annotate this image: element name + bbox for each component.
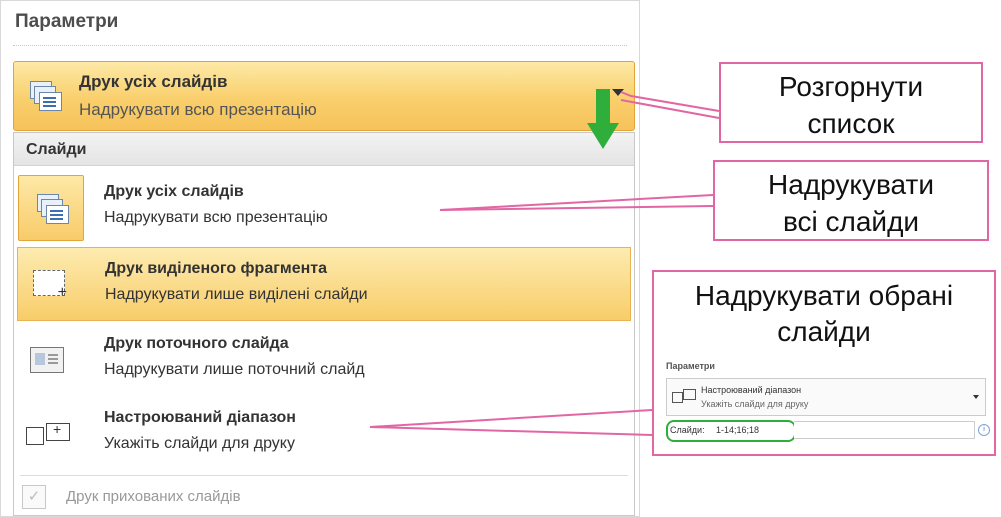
selection-frame-icon — [33, 270, 67, 302]
dropdown-selected-subtitle: Надрукувати всю презентацію — [79, 100, 317, 119]
menu-item-subtitle: Надрукувати лише виділені слайди — [105, 286, 368, 303]
callout-line: всі слайди — [782, 206, 920, 237]
info-icon[interactable]: i — [978, 424, 990, 436]
all-slides-icon — [28, 79, 62, 113]
mini-settings-title: Параметри — [666, 361, 715, 371]
icon-box — [18, 175, 84, 241]
callout-line: Розгорнути — [778, 71, 924, 102]
menu-item-print-selection[interactable]: Друк виділеного фрагмента Надрукувати ли… — [17, 247, 631, 321]
chevron-down-icon[interactable] — [973, 395, 979, 399]
menu-item-title: Друк усіх слайдів — [104, 183, 244, 200]
all-slides-icon — [35, 192, 69, 226]
callout-print-selected: Надрукувати обрані слайди Параметри Наст… — [652, 270, 996, 456]
callout-line: слайди — [777, 316, 871, 347]
menu-item-subtitle: Надрукувати лише поточний слайд — [104, 361, 365, 378]
callout-print-all: Надрукувати всі слайди — [713, 160, 989, 241]
mini-slides-row: Слайди: 1-14;16;18 i — [666, 420, 990, 442]
callout-expand-list: Розгорнути список — [719, 62, 983, 143]
menu-section-header: Слайди — [14, 133, 634, 166]
slides-field-input[interactable]: 1-14;16;18 — [716, 424, 759, 436]
menu-item-subtitle: Надрукувати всю презентацію — [104, 209, 328, 226]
callout-line: Надрукувати обрані — [694, 280, 954, 311]
menu-item-print-all[interactable]: Друк усіх слайдів Надрукувати всю презен… — [14, 171, 634, 245]
slides-field-label: Слайди: — [670, 425, 705, 435]
down-arrow-icon — [587, 89, 619, 149]
settings-title: Параметри — [15, 11, 119, 32]
menu-divider — [20, 475, 628, 476]
mini-settings-preview: Параметри Настроюваний діапазон Укажіть … — [666, 360, 990, 448]
print-range-menu: Слайди Друк усіх слайдів Надрукувати всю… — [13, 132, 635, 516]
print-settings-panel: Параметри Друк усіх слайдів Надрукувати … — [0, 0, 640, 517]
mini-dropdown-subtitle: Укажіть слайди для друку — [701, 399, 809, 409]
dropdown-selected-title: Друк усіх слайдів — [79, 72, 228, 91]
slides-field-extension[interactable] — [794, 421, 975, 439]
hidden-slides-label: Друк прихованих слайдів — [66, 488, 241, 505]
print-range-dropdown[interactable]: Друк усіх слайдів Надрукувати всю презен… — [13, 61, 635, 131]
menu-item-title: Настроюваний діапазон — [104, 409, 296, 426]
title-divider — [13, 45, 627, 46]
menu-item-subtitle: Укажіть слайди для друку — [104, 435, 295, 452]
current-slide-icon — [30, 347, 64, 373]
mini-range-dropdown[interactable]: Настроюваний діапазон Укажіть слайди для… — [666, 378, 986, 416]
custom-range-icon — [672, 389, 696, 403]
section-label-slides: Слайди — [26, 141, 87, 158]
callout-line: Надрукувати — [768, 169, 934, 200]
hidden-slides-checkbox[interactable]: ✓ — [22, 485, 46, 509]
menu-item-title: Друк виділеного фрагмента — [105, 260, 328, 277]
callout-line: список — [807, 108, 895, 139]
menu-item-custom-range[interactable]: Настроюваний діапазон Укажіть слайди для… — [14, 397, 634, 471]
mini-dropdown-title: Настроюваний діапазон — [701, 385, 802, 395]
custom-range-icon — [26, 421, 72, 445]
menu-item-print-current[interactable]: Друк поточного слайда Надрукувати лише п… — [14, 323, 634, 397]
menu-item-title: Друк поточного слайда — [104, 335, 289, 352]
